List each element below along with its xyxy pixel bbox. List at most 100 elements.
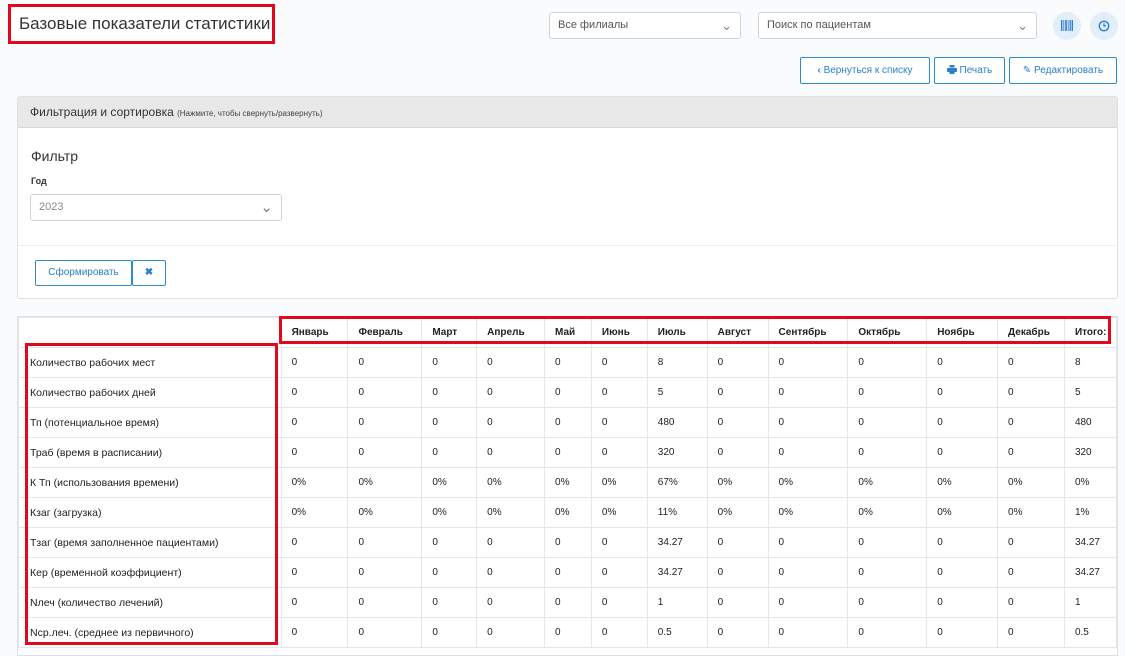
branch-select-value: Все филиалы xyxy=(558,19,629,31)
table-row: Кзаг (загрузка) 0% 0% 0% 0% 0% 0% 11% 0% 0% 0% 0% 0%… xyxy=(18,497,1118,528)
column-header: Январь xyxy=(280,317,349,348)
table-cell: 0 xyxy=(590,437,648,468)
table-cell: 0 xyxy=(590,587,648,618)
table-cell: 0 xyxy=(347,587,423,618)
table-cell: 0 xyxy=(544,347,592,378)
patient-search-select[interactable]: Поиск по пациентам ⌄ xyxy=(758,12,1037,39)
table-cell: 34.27 xyxy=(1063,527,1118,558)
table-cell: 0 xyxy=(997,557,1065,588)
table-cell: 0 xyxy=(280,437,349,468)
table-cell: 0 xyxy=(544,557,592,588)
table-cell: 0% xyxy=(767,497,849,528)
filter-panel-header[interactable]: Фильтрация и сортировка (Нажмите, чтобы … xyxy=(18,97,1117,128)
table-cell: 0 xyxy=(544,527,592,558)
table-cell: 0 xyxy=(706,407,769,438)
table-row: Количество рабочих дней 0 0 0 0 0 0 5 0 0 0 0 0 5 xyxy=(18,377,1118,408)
table-row: К Тп (использования времени) 0% 0% 0% 0% 0% 0%… xyxy=(18,467,1118,498)
table-cell: 1 xyxy=(1063,587,1118,618)
table-cell: 0 xyxy=(590,407,648,438)
row-label: Тп (потенциальное время) xyxy=(18,407,282,438)
table-cell: 0 xyxy=(476,587,546,618)
filter-panel: Фильтрация и сортировка (Нажмите, чтобы … xyxy=(17,96,1118,299)
table-cell: 0% xyxy=(476,467,546,498)
branch-select[interactable]: Все филиалы ⌄ xyxy=(549,12,741,39)
table-cell: 0% xyxy=(997,467,1065,498)
table-cell: 0 xyxy=(476,617,546,648)
table-cell: 0 xyxy=(544,377,592,408)
table-cell: 0 xyxy=(926,617,999,648)
table-cell: 0% xyxy=(280,467,349,498)
row-label: Траб (время в расписании) xyxy=(18,437,282,468)
chevron-down-icon: ⌄ xyxy=(1017,18,1028,33)
table-cell: 0 xyxy=(847,617,928,648)
print-label: Печать xyxy=(959,65,993,76)
clock-icon xyxy=(1098,20,1110,32)
row-label: Тзаг (время заполненное пациентами) xyxy=(18,527,282,558)
table-cell: 0 xyxy=(476,527,546,558)
table-cell: 0 xyxy=(421,557,478,588)
row-label: Количество рабочих дней xyxy=(18,377,282,408)
table-cell: 0 xyxy=(997,617,1065,648)
table-cell: 0 xyxy=(590,557,648,588)
table-cell: 0 xyxy=(926,437,999,468)
column-header: Сентябрь xyxy=(767,317,849,348)
table-cell: 0 xyxy=(476,557,546,588)
table-row: Кер (временной коэффициент) 0 0 0 0 0 0 34.27 0 0… xyxy=(18,557,1118,588)
history-button[interactable] xyxy=(1090,12,1118,40)
table-cell: 5 xyxy=(1063,377,1118,408)
table-cell: 0 xyxy=(767,617,849,648)
table-cell: 0% xyxy=(926,497,999,528)
table-cell: 0 xyxy=(767,347,849,378)
table-cell: 0 xyxy=(847,407,928,438)
table-cell: 0 xyxy=(347,527,423,558)
table-header-row: Январь Февраль Март Апрель Май Июнь Июль Август… xyxy=(18,317,1118,348)
page-title: Базовые показатели статистики xyxy=(8,4,275,44)
statistics-table: Январь Февраль Март Апрель Май Июнь Июль Август… xyxy=(18,317,1118,648)
table-cell: 0 xyxy=(926,377,999,408)
table-cell: 0% xyxy=(590,497,648,528)
table-cell: 0 xyxy=(767,587,849,618)
table-cell: 0 xyxy=(997,437,1065,468)
column-header: Август xyxy=(706,317,769,348)
filter-panel-title: Фильтрация и сортировка xyxy=(30,105,174,119)
table-cell: 0% xyxy=(280,497,349,528)
edit-button[interactable]: ✎ Редактировать xyxy=(1009,57,1117,84)
table-cell: 0% xyxy=(590,467,648,498)
filter-section-title: Фильтр xyxy=(31,148,79,164)
column-header: Ноябрь xyxy=(926,317,999,348)
table-cell: 1 xyxy=(646,587,708,618)
table-cell: 0 xyxy=(347,347,423,378)
row-label: Кзаг (загрузка) xyxy=(18,497,282,528)
table-row: Траб (время в расписании) 0 0 0 0 0 0 320 0 0 0 0 0 3… xyxy=(18,437,1118,468)
table-cell: 0% xyxy=(421,497,478,528)
year-select[interactable]: 2023 ⌄ xyxy=(30,194,282,221)
clear-filter-button[interactable]: ✖ xyxy=(132,260,166,286)
table-cell: 0 xyxy=(997,347,1065,378)
table-cell: 320 xyxy=(646,437,708,468)
chevron-down-icon: ⌄ xyxy=(260,199,273,216)
table-cell: 0 xyxy=(476,347,546,378)
row-label: Количество рабочих мест xyxy=(18,347,282,378)
table-cell: 0 xyxy=(421,617,478,648)
column-header: Февраль xyxy=(347,317,423,348)
table-cell: 0 xyxy=(767,437,849,468)
column-header: Март xyxy=(421,317,478,348)
table-cell: 0% xyxy=(347,497,423,528)
divider xyxy=(18,245,1117,246)
table-cell: 0 xyxy=(476,437,546,468)
year-label: Год xyxy=(31,176,47,186)
chevron-down-icon: ⌄ xyxy=(721,18,732,33)
table-cell: 1% xyxy=(1063,497,1118,528)
table-cell: 0 xyxy=(767,377,849,408)
row-label: Кер (временной коэффициент) xyxy=(18,557,282,588)
table-cell: 0 xyxy=(421,407,478,438)
print-button[interactable]: Печать xyxy=(934,57,1005,84)
table-cell: 0 xyxy=(706,617,769,648)
barcode-button[interactable] xyxy=(1053,12,1081,40)
back-to-list-button[interactable]: ‹ Вернуться к списку xyxy=(800,57,930,84)
generate-button[interactable]: Сформировать xyxy=(35,260,132,286)
table-cell: 0 xyxy=(280,407,349,438)
table-cell: 0% xyxy=(997,497,1065,528)
table-cell: 0 xyxy=(280,347,349,378)
table-cell: 0 xyxy=(997,377,1065,408)
